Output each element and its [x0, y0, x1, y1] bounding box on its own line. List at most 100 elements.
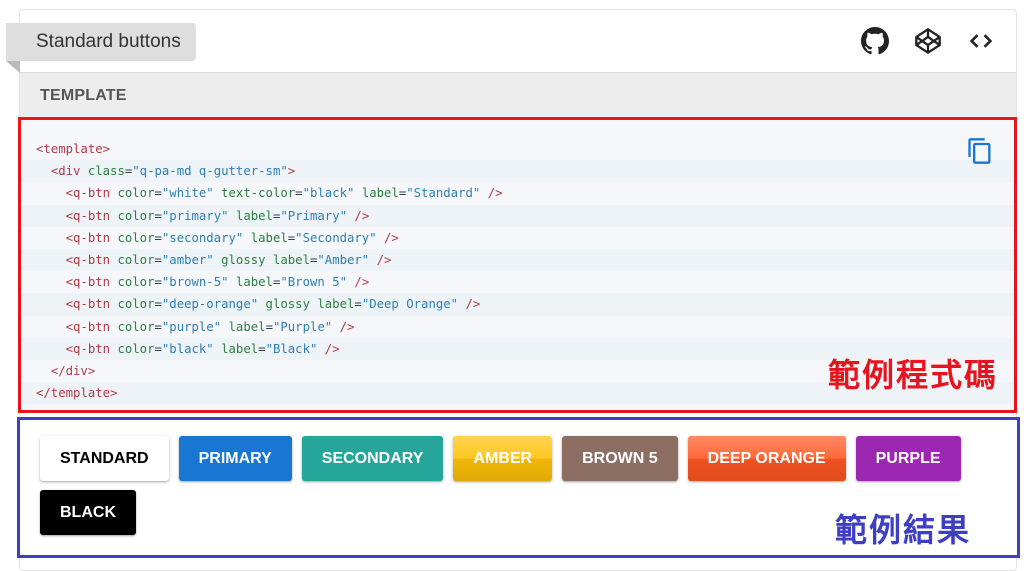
- primary-button[interactable]: Primary: [178, 436, 292, 481]
- code-line: <q-btn color="amber" glossy label="Amber…: [21, 248, 1014, 272]
- code-line: <q-btn color="secondary" label="Secondar…: [21, 227, 1014, 249]
- code-token: />: [354, 275, 370, 290]
- code-token: color: [117, 297, 155, 312]
- code-line: <q-btn color="primary" label="Primary" /…: [21, 204, 1014, 227]
- code-token: color: [117, 230, 155, 245]
- code-token: class: [87, 164, 125, 179]
- code-token: =: [295, 186, 303, 201]
- code-token: color: [117, 208, 155, 223]
- amber-button[interactable]: Amber: [453, 436, 553, 481]
- code-token: "Secondary": [295, 230, 377, 245]
- code-token: label: [317, 297, 355, 312]
- code-token: =: [258, 341, 266, 356]
- code-token: "Black": [265, 341, 318, 356]
- code-token: =: [154, 252, 162, 267]
- code-line: <q-btn color="brown-5" label="Brown 5" /…: [21, 271, 1014, 293]
- tab-template[interactable]: TEMPLATE: [40, 87, 127, 105]
- code-token: <q-btn: [65, 275, 111, 290]
- code-token: />: [354, 208, 370, 223]
- code-token: "black": [302, 186, 355, 201]
- standard-button[interactable]: Standard: [40, 436, 169, 481]
- code-token: label: [228, 319, 266, 334]
- code-token: "Brown 5": [280, 275, 348, 290]
- code-token: <q-btn: [65, 208, 111, 223]
- header-actions: [860, 26, 996, 56]
- code-token: <div: [50, 164, 81, 179]
- code-token: <q-btn: [65, 252, 111, 267]
- code-token: />: [376, 252, 392, 267]
- code-example-box: <template> <div class="q-pa-md q-gutter-…: [18, 117, 1017, 413]
- code-token: =: [154, 208, 162, 223]
- code-token: "black": [161, 341, 214, 356]
- code-token: label: [250, 230, 288, 245]
- code-token: text-color: [221, 186, 296, 201]
- code-token: color: [117, 186, 155, 201]
- code-token: label: [235, 208, 273, 223]
- result-example-box: Standard Primary Secondary Amber Brown 5 Deep…: [17, 417, 1020, 558]
- example-title: Standard buttons: [6, 23, 196, 61]
- code-token: =: [154, 297, 162, 312]
- brown-5-button[interactable]: Brown 5: [562, 436, 678, 481]
- black-button[interactable]: Black: [40, 490, 136, 535]
- code-token: "brown-5": [161, 275, 229, 290]
- code-token: color: [117, 252, 155, 267]
- code-line: <q-btn color="white" text-color="black" …: [21, 182, 1014, 204]
- deep-orange-button[interactable]: Deep Orange: [687, 436, 846, 481]
- code-token: color: [117, 275, 155, 290]
- code-token: "primary": [161, 208, 229, 223]
- code-token: glossy: [221, 252, 266, 267]
- code-token: <q-btn: [65, 297, 111, 312]
- code-token: <q-btn: [65, 230, 111, 245]
- code-token: "secondary": [161, 230, 244, 245]
- code-token: "Primary": [280, 208, 348, 223]
- code-token: "Amber": [317, 252, 370, 267]
- code-token: =: [154, 186, 162, 201]
- code-token: "Standard": [406, 186, 481, 201]
- code-token: =: [154, 341, 162, 356]
- code-token: </template>: [36, 386, 118, 401]
- code-token: =: [154, 275, 162, 290]
- card-header: Standard buttons: [6, 10, 1016, 73]
- code-token: glossy: [265, 297, 310, 312]
- purple-button[interactable]: Purple: [855, 436, 961, 481]
- codepen-icon[interactable]: [913, 26, 943, 56]
- code-token: />: [339, 319, 355, 334]
- code-line: <q-btn color="deep-orange" glossy label=…: [21, 293, 1014, 316]
- code-token: "white": [161, 186, 214, 201]
- code-line: <template>: [21, 138, 1014, 160]
- code-token: label: [235, 275, 273, 290]
- code-token: label: [272, 252, 310, 267]
- code-token: <q-btn: [65, 341, 111, 356]
- code-line: <q-btn color="purple" label="Purple" />: [21, 316, 1014, 338]
- code-token: =: [265, 319, 273, 334]
- code-token: "Deep Orange": [361, 297, 459, 312]
- code-token: <q-btn: [65, 186, 111, 201]
- code-token: color: [117, 319, 155, 334]
- code-token: label: [221, 341, 259, 356]
- code-token: "deep-orange": [161, 297, 259, 312]
- code-token: color: [117, 341, 155, 356]
- secondary-button[interactable]: Secondary: [301, 436, 444, 481]
- github-icon[interactable]: [860, 26, 890, 56]
- code-token: =: [154, 230, 162, 245]
- copy-icon[interactable]: [966, 135, 994, 167]
- title-chip-fold: [6, 61, 20, 73]
- code-token: />: [324, 341, 340, 356]
- tab-bar: TEMPLATE: [20, 72, 1016, 119]
- code-icon[interactable]: [966, 26, 996, 56]
